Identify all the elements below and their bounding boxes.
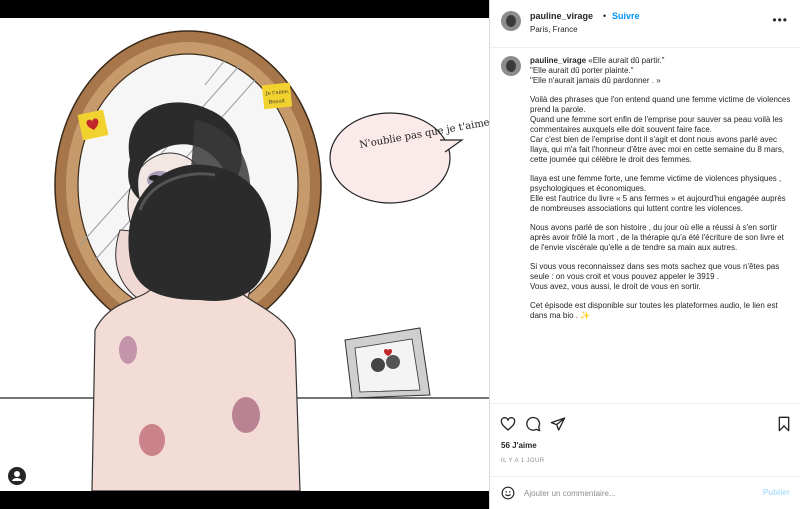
sticky-note-left bbox=[77, 109, 109, 141]
comment-icon[interactable] bbox=[525, 416, 541, 432]
tagged-users-icon[interactable] bbox=[8, 467, 26, 485]
bookmark-icon[interactable] bbox=[776, 416, 792, 432]
caption-fade bbox=[490, 383, 800, 403]
username-link[interactable]: pauline_virage bbox=[530, 11, 593, 21]
smiley-icon[interactable] bbox=[501, 486, 515, 500]
action-bar bbox=[490, 403, 800, 443]
follow-button[interactable]: Suivre bbox=[612, 11, 640, 21]
caption-paragraph: Voilà des phrases que l'on entend quand … bbox=[530, 95, 791, 164]
post-date[interactable]: IL Y A 1 JOUR bbox=[501, 458, 544, 464]
caption-paragraph: pauline_virage «Elle aurait dû partir." … bbox=[530, 56, 665, 85]
post-image[interactable]: Je t'aime, Benoit N'oublie pas que je t'… bbox=[0, 0, 489, 509]
likes-count[interactable]: 56 J'aime bbox=[501, 441, 537, 450]
instagram-post: Je t'aime, Benoit N'oublie pas que je t'… bbox=[0, 0, 800, 509]
caption-paragraph: Ilaya est une femme forte, une femme vic… bbox=[530, 174, 786, 213]
caption-paragraph: Cet épisode est disponible sur toutes le… bbox=[530, 301, 778, 320]
separator-dot: • bbox=[603, 11, 607, 21]
illustration: Je t'aime, Benoit N'oublie pas que je t'… bbox=[0, 0, 489, 509]
publish-button[interactable]: Publier bbox=[763, 488, 790, 497]
caption-username[interactable]: pauline_virage bbox=[530, 56, 586, 65]
caption: pauline_virage «Elle aurait dû partir." … bbox=[490, 47, 800, 403]
paper-plane-icon[interactable] bbox=[550, 416, 566, 432]
comment-box: Publier bbox=[490, 476, 800, 509]
sticky-note-right: Je t'aime, Benoit bbox=[261, 82, 293, 110]
heart-icon[interactable] bbox=[500, 416, 516, 432]
more-options-icon[interactable]: ••• bbox=[772, 13, 788, 27]
caption-paragraph: Si vous vous reconnaissez dans ses mots … bbox=[530, 262, 780, 291]
caption-paragraph: Nous avons parlé de son histoire , du jo… bbox=[530, 223, 784, 252]
caption-text: pauline_virage «Elle aurait dû partir." … bbox=[530, 56, 792, 330]
caption-avatar[interactable] bbox=[501, 56, 521, 76]
picture-frame bbox=[344, 327, 431, 399]
post-header: pauline_virage • Suivre Paris, France ••… bbox=[490, 0, 800, 48]
location-link[interactable]: Paris, France bbox=[530, 25, 578, 34]
avatar[interactable] bbox=[501, 11, 521, 31]
post-sidebar: pauline_virage • Suivre Paris, France ••… bbox=[489, 0, 800, 509]
comment-input[interactable] bbox=[524, 486, 744, 500]
